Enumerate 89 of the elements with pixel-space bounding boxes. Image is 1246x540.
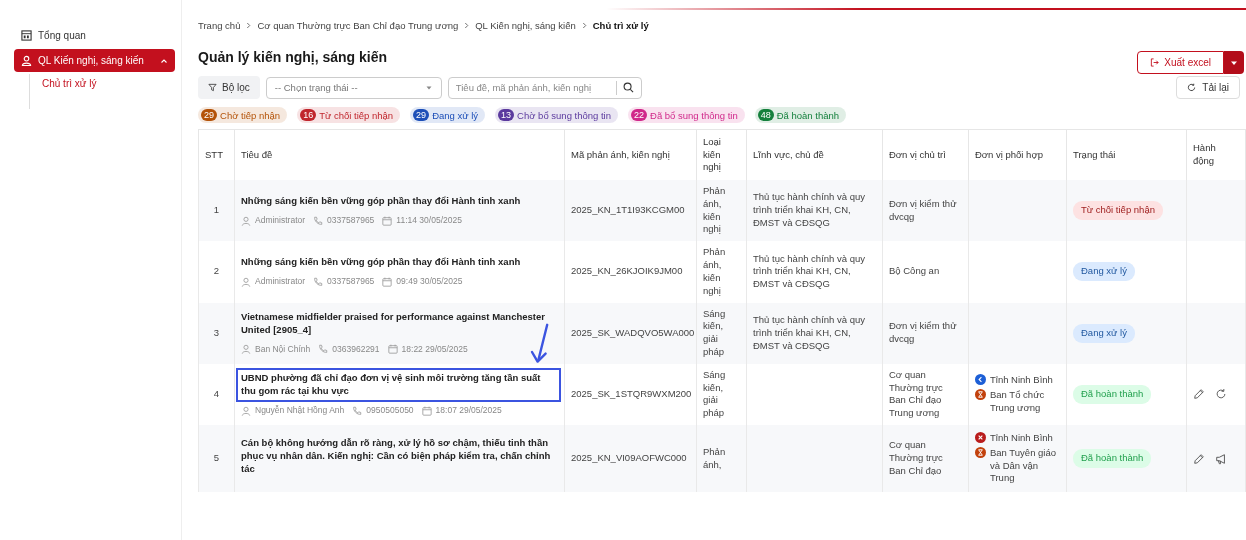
date-time: 11:14 30/05/2025 xyxy=(396,214,462,227)
user-icon xyxy=(21,55,32,66)
type-cell: Phản ánh, kiến nghị xyxy=(696,180,747,242)
author-name: Administrator xyxy=(255,214,306,227)
filter-icon xyxy=(208,83,217,92)
pencil-icon[interactable] xyxy=(1193,452,1205,465)
sidebar-subitem[interactable]: Chủ trì xử lý xyxy=(30,78,175,89)
status-badge: Đang xử lý xyxy=(1073,323,1135,343)
date-time: 18:07 29/05/2025 xyxy=(435,404,502,417)
search-icon[interactable] xyxy=(622,81,634,93)
author-name: Nguyễn Nhật Hồng Anh xyxy=(255,404,345,417)
lead-unit-cell: Cơ quan Thường trực Ban Chỉ đạo xyxy=(882,425,969,493)
refresh-icon xyxy=(1187,83,1197,92)
phone-number: 0363962291 xyxy=(332,343,380,356)
refresh-icon[interactable] xyxy=(1215,388,1227,401)
phone-icon xyxy=(313,215,324,226)
status-select[interactable]: -- Chọn trạng thái -- xyxy=(265,76,442,99)
lead-unit-cell: Đơn vị kiểm thử dvcqg xyxy=(882,302,969,364)
phone-number: 0950505050 xyxy=(366,404,414,417)
status-chip[interactable]: 16 Từ chối tiếp nhận xyxy=(297,107,401,123)
code-cell: 2025_KN_VI09AOFWC000 xyxy=(564,425,697,493)
search-field[interactable]: Tiêu đề, mã phản ánh, kiến nghị xyxy=(447,76,642,99)
lead-unit-cell: Đơn vị kiểm thử dvcqg xyxy=(882,180,969,242)
code-cell: 2025_KN_1T1I93KCGM00 xyxy=(564,180,697,242)
status-badge: Đã hoàn thành xyxy=(1073,449,1152,469)
status-chip[interactable]: 13 Chờ bổ sung thông tin xyxy=(495,107,618,123)
code-cell: 2025_KN_26KJOIK9JM00 xyxy=(564,241,697,303)
coordinating-unit: Tỉnh Ninh Bình xyxy=(990,374,1053,387)
breadcrumb-link[interactable]: Chủ trì xử lý xyxy=(592,20,649,31)
row-number: 5 xyxy=(198,425,235,493)
chevron-icon xyxy=(246,22,252,29)
chevron-icon xyxy=(464,22,470,29)
type-cell: Phản ánh, kiến nghị xyxy=(696,241,747,303)
code-cell: 2025_SK_WADQVO5WA000 xyxy=(564,302,697,364)
status-chip[interactable]: 48 Đã hoàn thành xyxy=(754,107,847,123)
user-icon xyxy=(241,405,251,416)
megaphone-icon[interactable] xyxy=(1215,452,1227,465)
field-text: Thủ tục hành chính và quy trình triển khai KH, CN, ĐMST và CĐSQG xyxy=(753,252,865,290)
status-chip[interactable]: 29 Đang xử lý xyxy=(410,107,486,123)
pencil-icon[interactable] xyxy=(1193,388,1205,401)
calendar-icon xyxy=(382,276,393,287)
coordinating-unit: Ban Tổ chức Trung ương xyxy=(990,388,1046,415)
row-number: 2 xyxy=(198,241,235,303)
type-cell: Sáng kiến, giải pháp xyxy=(696,302,747,364)
phone-icon xyxy=(313,276,324,287)
filter-button[interactable]: Bộ lọc xyxy=(198,76,260,99)
status-badge: Đang xử lý xyxy=(1073,262,1135,282)
breadcrumb-link[interactable]: Trang chủ xyxy=(198,20,241,31)
sidebar-item[interactable]: Tổng quan xyxy=(14,24,175,47)
sidebar-item[interactable]: QL Kiến nghị, sáng kiến xyxy=(14,49,175,72)
chevron-icon xyxy=(581,22,587,29)
date-time: 09:49 30/05/2025 xyxy=(396,276,463,288)
calendar-icon xyxy=(382,215,393,226)
author-name: Administrator xyxy=(255,276,306,288)
reload-button[interactable]: Tải lại xyxy=(1176,76,1240,99)
coordinating-unit: Tỉnh Ninh Bình xyxy=(990,432,1053,445)
phone-number: 0337587965 xyxy=(327,214,375,227)
dashboard-icon xyxy=(21,30,32,41)
user-icon xyxy=(241,215,251,226)
user-icon xyxy=(241,276,251,287)
breadcrumb-link[interactable]: QL Kiến nghị, sáng kiến xyxy=(475,20,576,31)
row-number: 3 xyxy=(198,302,235,364)
status-badge: Đã hoàn thành xyxy=(1073,384,1152,404)
date-time: 18:22 29/05/2025 xyxy=(401,343,468,356)
field-text: Thủ tục hành chính và quy trình triển khai KH, CN, ĐMST và CĐSQG xyxy=(753,313,865,351)
phone-icon xyxy=(352,405,363,416)
export-icon xyxy=(1150,58,1160,67)
export-button[interactable]: Xuất excel xyxy=(1137,51,1224,74)
status-badge: Từ chối tiếp nhận xyxy=(1073,201,1163,221)
phone-number: 0337587965 xyxy=(327,276,375,288)
author-name: Ban Nội Chính xyxy=(255,343,311,356)
page-title: Quản lý kiến nghị, sáng kiến xyxy=(198,48,388,65)
calendar-icon xyxy=(421,405,432,416)
coordinating-unit: Ban Tuyên giáo và Dân vận Trung xyxy=(990,446,1058,486)
dropdown-button[interactable] xyxy=(1224,51,1244,74)
row-title[interactable]: Vietnamese midfielder praised for performance against Manchester United [2905_4] xyxy=(236,307,561,341)
status-chip[interactable]: 29 Chờ tiếp nhận xyxy=(198,107,288,123)
status-chip[interactable]: 22 Đã bổ sung thông tin xyxy=(628,107,745,123)
field-text: Thủ tục hành chính và quy trình triển khai KH, CN, ĐMST và CĐSQG xyxy=(753,191,865,229)
calendar-icon xyxy=(387,344,398,355)
row-title[interactable]: Những sáng kiến bền vững góp phần thay đổi Hành tinh xanh xyxy=(236,252,561,274)
type-cell: Phản ánh, xyxy=(696,425,747,493)
breadcrumb-link[interactable]: Cơ quan Thường trực Ban Chỉ đạo Trung ương xyxy=(257,20,459,31)
row-number: 1 xyxy=(198,180,235,242)
row-title[interactable]: UBND phường đã chỉ đạo đơn vị vệ sinh môi trường tăng tần suất thu gom rác tại khu vực xyxy=(236,368,561,402)
user-icon xyxy=(241,344,251,355)
phone-icon xyxy=(318,344,329,355)
lead-unit-cell: Bộ Công an xyxy=(882,241,969,303)
row-title[interactable]: Những sáng kiến bền vững góp phần thay đổi Hành tinh xanh xyxy=(236,191,561,212)
